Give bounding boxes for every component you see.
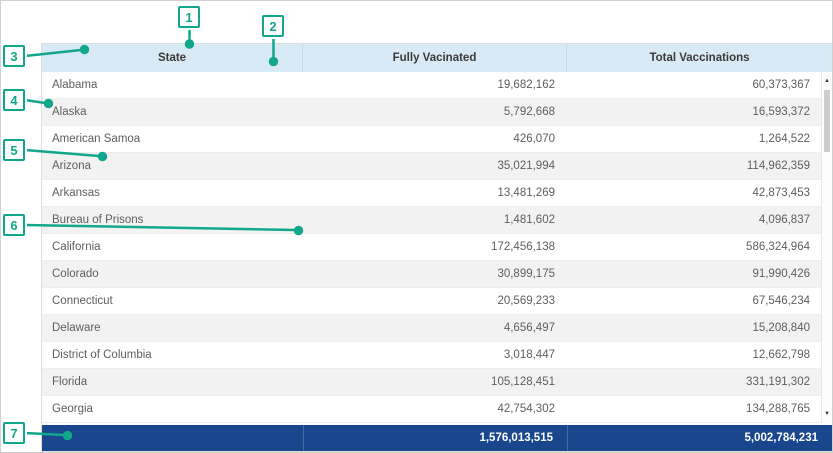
table-row-colorado[interactable]: Colorado30,899,17591,990,426 (42, 261, 832, 288)
total-total-vaccinations-cell: 5,002,784,231 (567, 425, 832, 451)
fully-vaccinated-cell: 172,456,138 (303, 234, 567, 260)
column-header-fully-vaccinated[interactable]: Fully Vacinated (303, 44, 567, 72)
fully-vaccinated-cell: 1,481,602 (303, 207, 567, 233)
vertical-scrollbar[interactable]: ▲ ▼ (821, 72, 832, 423)
fully-vaccinated-cell: 30,899,175 (303, 261, 567, 287)
table-body: Alabama19,682,16260,373,367Alaska5,792,6… (42, 72, 832, 423)
fully-vaccinated-cell: 5,792,668 (303, 99, 567, 125)
total-vaccinations-cell: 4,096,837 (567, 207, 832, 233)
table-row-california[interactable]: California172,456,138586,324,964 (42, 234, 832, 261)
fully-vaccinated-cell: 426,070 (303, 126, 567, 152)
state-cell: Georgia (42, 396, 303, 422)
total-vaccinations-cell: 331,191,302 (567, 369, 832, 395)
total-vaccinations-cell: 67,546,234 (567, 288, 832, 314)
callout-3-badge: 3 (3, 45, 25, 67)
callout-2-badge: 2 (262, 15, 284, 37)
fully-vaccinated-cell: 4,656,497 (303, 315, 567, 341)
total-vaccinations-cell: 1,264,522 (567, 126, 832, 152)
table-row-american-samoa[interactable]: American Samoa426,0701,264,522 (42, 126, 832, 153)
total-vaccinations-cell: 586,324,964 (567, 234, 832, 260)
fully-vaccinated-cell: 19,682,162 (303, 72, 567, 98)
total-vaccinations-cell: 15,208,840 (567, 315, 832, 341)
fully-vaccinated-cell: 35,021,994 (303, 153, 567, 179)
fully-vaccinated-cell: 42,754,302 (303, 396, 567, 422)
report-canvas: State Fully Vacinated Total Vaccinations… (0, 0, 833, 453)
total-vaccinations-cell: 42,873,453 (567, 180, 832, 206)
state-cell: Florida (42, 369, 303, 395)
table-header-row: State Fully Vacinated Total Vaccinations (42, 44, 832, 72)
state-cell: Alaska (42, 99, 303, 125)
table-total-row: 1,576,013,515 5,002,784,231 (42, 423, 832, 451)
table-row-delaware[interactable]: Delaware4,656,49715,208,840 (42, 315, 832, 342)
callout-4-badge: 4 (3, 89, 25, 111)
state-cell: District of Columbia (42, 342, 303, 368)
table-row-arizona[interactable]: Arizona35,021,994114,962,359 (42, 153, 832, 180)
total-vaccinations-cell: 114,962,359 (567, 153, 832, 179)
state-cell: Alabama (42, 72, 303, 98)
table-row-district-of-columbia[interactable]: District of Columbia3,018,44712,662,798 (42, 342, 832, 369)
scrollbar-thumb[interactable] (824, 90, 830, 152)
total-label-cell (42, 425, 303, 451)
callout-6-badge: 6 (3, 214, 25, 236)
total-vaccinations-cell: 12,662,798 (567, 342, 832, 368)
table-row-florida[interactable]: Florida105,128,451331,191,302 (42, 369, 832, 396)
total-vaccinations-cell: 16,593,372 (567, 99, 832, 125)
fully-vaccinated-cell: 3,018,447 (303, 342, 567, 368)
state-cell: American Samoa (42, 126, 303, 152)
state-cell: Connecticut (42, 288, 303, 314)
table-row-alabama[interactable]: Alabama19,682,16260,373,367 (42, 72, 832, 99)
total-fully-vaccinated-cell: 1,576,013,515 (303, 425, 567, 451)
state-cell: Bureau of Prisons (42, 207, 303, 233)
table-row-alaska[interactable]: Alaska5,792,66816,593,372 (42, 99, 832, 126)
vaccinations-table: State Fully Vacinated Total Vaccinations… (41, 43, 833, 452)
callout-5-badge: 5 (3, 139, 25, 161)
callout-1-badge: 1 (178, 6, 200, 28)
total-vaccinations-cell: 134,288,765 (567, 396, 832, 422)
fully-vaccinated-cell: 105,128,451 (303, 369, 567, 395)
table-row-georgia[interactable]: Georgia42,754,302134,288,765 (42, 396, 832, 423)
state-cell: Delaware (42, 315, 303, 341)
table-row-bureau-of-prisons[interactable]: Bureau of Prisons1,481,6024,096,837 (42, 207, 832, 234)
column-header-state[interactable]: State (42, 44, 303, 72)
callout-7-badge: 7 (3, 422, 25, 444)
total-vaccinations-cell: 91,990,426 (567, 261, 832, 287)
column-header-total-vaccinations[interactable]: Total Vaccinations (567, 44, 832, 72)
scroll-up-icon[interactable]: ▲ (822, 74, 832, 88)
state-cell: Colorado (42, 261, 303, 287)
scroll-down-icon[interactable]: ▼ (822, 407, 832, 421)
fully-vaccinated-cell: 20,569,233 (303, 288, 567, 314)
fully-vaccinated-cell: 13,481,269 (303, 180, 567, 206)
state-cell: Arkansas (42, 180, 303, 206)
table-row-arkansas[interactable]: Arkansas13,481,26942,873,453 (42, 180, 832, 207)
total-vaccinations-cell: 60,373,367 (567, 72, 832, 98)
state-cell: Arizona (42, 153, 303, 179)
state-cell: California (42, 234, 303, 260)
table-row-connecticut[interactable]: Connecticut20,569,23367,546,234 (42, 288, 832, 315)
